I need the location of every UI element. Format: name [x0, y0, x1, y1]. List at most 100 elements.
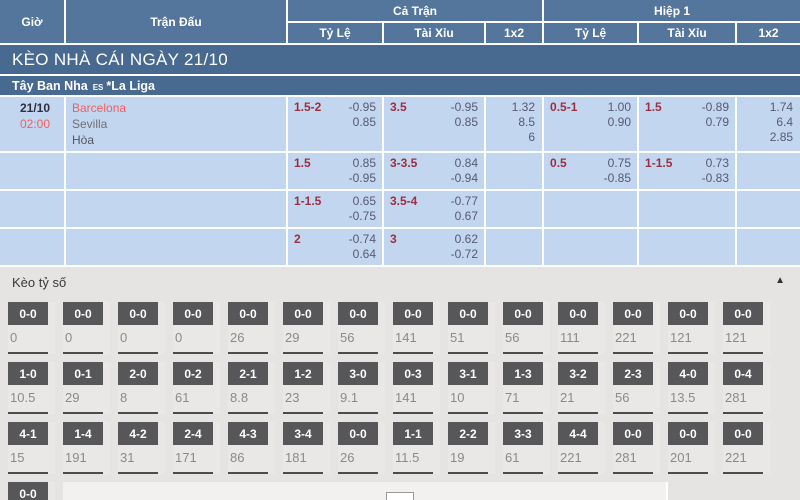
odds-value[interactable]: 6 — [528, 130, 535, 145]
score-odds-cell[interactable]: 0-3 141 — [393, 362, 440, 414]
score-odds-value: 221 — [723, 445, 770, 467]
home-team-name[interactable]: Barcelona — [72, 100, 280, 116]
odds-value[interactable]: 0.67 — [455, 209, 478, 224]
score-odds-cell[interactable]: 1-3 71 — [503, 362, 550, 414]
score-odds-cell[interactable]: 3-3 61 — [503, 422, 550, 474]
score-odds-cell[interactable]: 4-0 13.5 — [668, 362, 715, 414]
odds-value[interactable]: 0.84 — [455, 156, 478, 171]
score-odds-cell[interactable]: 0-0 281 — [613, 422, 660, 474]
score-odds-cell[interactable]: 0-0 56 — [503, 302, 550, 354]
ft-handicap-cell[interactable]: 2 -0.740.64 — [287, 228, 383, 266]
score-odds-cell[interactable]: 0-2 61 — [173, 362, 220, 414]
ft-over-under-cell[interactable]: 3.5 -0.950.85 — [383, 96, 485, 152]
odds-value[interactable]: 1.32 — [512, 100, 535, 115]
score-odds-cell[interactable]: 4-3 86 — [228, 422, 275, 474]
score-odds-cell[interactable]: 2-2 19 — [448, 422, 495, 474]
score-odds-cell[interactable]: 0-0 121 — [723, 302, 770, 354]
odds-value[interactable]: -0.95 — [349, 100, 376, 115]
score-odds-cell[interactable]: 0-0 0 — [118, 302, 165, 354]
odds-value[interactable]: 2.85 — [770, 130, 793, 145]
score-odds-cell[interactable]: 2-0 8 — [118, 362, 165, 414]
odds-value[interactable]: -0.83 — [702, 171, 729, 186]
score-odds-cell[interactable]: 0-0 201 — [668, 422, 715, 474]
odds-value[interactable]: -0.77 — [451, 194, 478, 209]
odds-value[interactable]: 0.85 — [353, 156, 376, 171]
score-odds-cell[interactable]: 3-1 10 — [448, 362, 495, 414]
score-odds-cell[interactable]: 2-3 56 — [613, 362, 660, 414]
ft-handicap-cell[interactable]: 1-1.5 0.65-0.75 — [287, 190, 383, 228]
score-odds-cell[interactable]: 0-0 0 — [63, 302, 110, 354]
score-odds-cell[interactable]: 0-0 121 — [668, 302, 715, 354]
score-odds-cell[interactable]: 3-4 181 — [283, 422, 330, 474]
odds-value[interactable]: 0.75 — [608, 156, 631, 171]
score-odds-cell[interactable]: 0-0 221 — [613, 302, 660, 354]
score-odds-cell[interactable]: 1-0 10.5 — [8, 362, 55, 414]
odds-value[interactable]: -0.75 — [349, 209, 376, 224]
score-odds-cell[interactable]: 4-4 221 — [558, 422, 605, 474]
score-odds-cell[interactable]: 0-0 56 — [338, 302, 385, 354]
score-odds-cell[interactable]: 3-0 9.1 — [338, 362, 385, 414]
odds-value[interactable]: 8.5 — [518, 115, 535, 130]
score-odds-cell[interactable]: 4-1 15 — [8, 422, 55, 474]
away-team-name[interactable]: Sevilla — [72, 116, 280, 132]
h1-handicap-cell[interactable]: 0.5-1 1.000.90 — [543, 96, 638, 152]
score-odds-cell[interactable]: 1-2 23 — [283, 362, 330, 414]
h1-1x2-cell[interactable]: 1.74 6.4 2.85 — [736, 96, 800, 152]
odds-value[interactable]: -0.95 — [349, 171, 376, 186]
ft-handicap-cell[interactable]: 1.5 0.85-0.95 — [287, 152, 383, 190]
score-odds-cell[interactable]: 1-4 191 — [63, 422, 110, 474]
odds-value[interactable]: 0.90 — [608, 115, 631, 130]
score-odds-cell[interactable]: 0-0 26 — [228, 302, 275, 354]
score-odds-cell[interactable]: 0-0 26 — [338, 422, 385, 474]
h1-over-under-cell[interactable]: 1-1.5 0.73-0.83 — [638, 152, 736, 190]
score-odds-cell[interactable]: 2-1 8.8 — [228, 362, 275, 414]
league-bar[interactable]: Tây Ban NhaES*La Liga — [0, 75, 800, 96]
score-odds-cell[interactable]: 0-0 111 — [558, 302, 605, 354]
ft-over-under-cell[interactable]: 3 0.62-0.72 — [383, 228, 485, 266]
spain-flag-badge: ES — [93, 83, 104, 92]
ft-handicap-cell[interactable]: 1.5-2 -0.950.85 — [287, 96, 383, 152]
score-odds-cell[interactable]: 2-4 171 — [173, 422, 220, 474]
match-teams-cell[interactable]: Barcelona Sevilla Hòa — [65, 96, 287, 152]
odds-value[interactable]: 0.62 — [455, 232, 478, 247]
odds-value[interactable]: 0.85 — [455, 115, 478, 130]
collapse-icon[interactable]: ▲ — [775, 276, 785, 286]
cell-underline — [448, 472, 488, 474]
odds-value[interactable]: 0.64 — [353, 247, 376, 262]
empty-cell — [543, 190, 638, 228]
other-score-input[interactable] — [386, 492, 414, 500]
odds-value[interactable]: 1.74 — [770, 100, 793, 115]
cell-underline — [558, 412, 598, 414]
odds-value[interactable]: -0.74 — [349, 232, 376, 247]
ft-over-under-cell[interactable]: 3-3.5 0.84-0.94 — [383, 152, 485, 190]
odds-value[interactable]: -0.85 — [604, 171, 631, 186]
odds-value[interactable]: -0.89 — [702, 100, 729, 115]
over-under-line: 3.5 — [390, 100, 407, 115]
score-odds-cell[interactable]: 0-0 0 — [173, 302, 220, 354]
odds-value[interactable]: 1.00 — [608, 100, 631, 115]
score-odds-cell[interactable]: 0-1 29 — [63, 362, 110, 414]
score-odds-cell[interactable]: 0-4 281 — [723, 362, 770, 414]
odds-value[interactable]: -0.72 — [451, 247, 478, 262]
score-odds-cell[interactable]: 4-2 31 — [118, 422, 165, 474]
score-odds-cell[interactable]: 0-0 231 — [8, 482, 55, 500]
score-odds-cell[interactable]: 0-0 0 — [8, 302, 55, 354]
odds-value[interactable]: 0.73 — [706, 156, 729, 171]
ft-1x2-cell[interactable]: 1.32 8.5 6 — [485, 96, 543, 152]
score-label: 0-0 — [613, 422, 653, 445]
score-odds-cell[interactable]: 0-0 51 — [448, 302, 495, 354]
score-odds-cell[interactable]: 0-0 141 — [393, 302, 440, 354]
score-odds-cell[interactable]: 3-2 21 — [558, 362, 605, 414]
h1-over-under-cell[interactable]: 1.5 -0.890.79 — [638, 96, 736, 152]
odds-value[interactable]: -0.94 — [451, 171, 478, 186]
odds-value[interactable]: 0.79 — [706, 115, 729, 130]
score-odds-cell[interactable]: 1-1 11.5 — [393, 422, 440, 474]
odds-value[interactable]: 0.65 — [353, 194, 376, 209]
ft-over-under-cell[interactable]: 3.5-4 -0.770.67 — [383, 190, 485, 228]
odds-value[interactable]: 0.85 — [353, 115, 376, 130]
score-odds-cell[interactable]: 0-0 221 — [723, 422, 770, 474]
score-odds-cell[interactable]: 0-0 29 — [283, 302, 330, 354]
odds-value[interactable]: -0.95 — [451, 100, 478, 115]
h1-handicap-cell[interactable]: 0.5 0.75-0.85 — [543, 152, 638, 190]
odds-value[interactable]: 6.4 — [776, 115, 793, 130]
